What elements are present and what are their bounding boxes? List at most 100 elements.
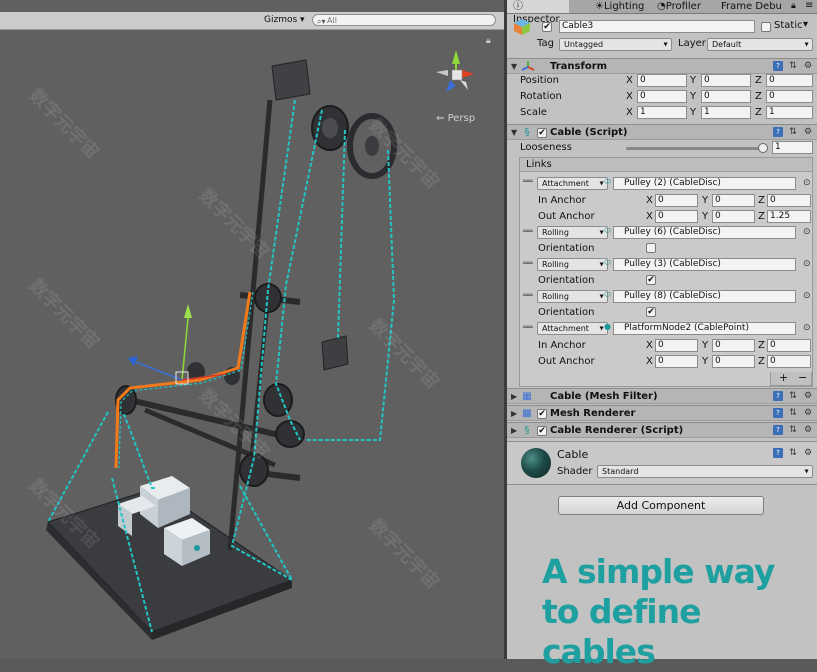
drag-handle-icon[interactable]: ══ xyxy=(523,227,533,237)
in-anchor-z-field[interactable]: 0 xyxy=(767,194,811,207)
scene-view[interactable]: Gizmos ▾ ⌕▾ All 🔒︎ ⇐ Persp 数字元宇宙 数字元宇宙 数… xyxy=(0,0,504,659)
tab-inspector[interactable]: ⓘ Inspector xyxy=(507,0,569,25)
active-checkbox[interactable]: ✔ xyxy=(542,22,552,32)
material-section[interactable]: Cable Shader Standard ? ⇅ ⚙ xyxy=(507,441,817,485)
position-z-field[interactable]: 0 xyxy=(766,74,813,87)
preset-icon[interactable]: ⇅ xyxy=(788,448,798,458)
tab-profiler[interactable]: ◔Profiler xyxy=(651,0,713,13)
rotation-z-field[interactable]: 0 xyxy=(766,90,813,103)
preset-icon[interactable]: ⇅ xyxy=(788,408,798,418)
drag-handle-icon[interactable]: ══ xyxy=(523,323,533,333)
out-anchor-z-field[interactable]: 0 xyxy=(767,355,811,368)
settings-gear-icon[interactable]: ⚙ xyxy=(803,391,813,401)
position-y-field[interactable]: 0 xyxy=(701,74,751,87)
in-anchor-y-field[interactable]: 0 xyxy=(712,339,755,352)
fold-arrow-icon[interactable]: ▼ xyxy=(511,62,517,71)
settings-gear-icon[interactable]: ⚙ xyxy=(803,408,813,418)
menu-icon[interactable]: ≡ xyxy=(805,0,813,11)
preset-icon[interactable]: ⇅ xyxy=(788,127,798,137)
lock-icon[interactable]: 🔒︎ xyxy=(791,1,796,11)
object-picker-icon[interactable]: ⊙ xyxy=(803,259,811,269)
object-picker-icon[interactable]: ⊙ xyxy=(803,291,811,301)
scale-y-field[interactable]: 1 xyxy=(701,106,751,119)
drag-handle-icon[interactable]: ══ xyxy=(523,177,533,187)
preset-icon[interactable]: ⇅ xyxy=(788,391,798,401)
object-picker-icon[interactable]: ⊙ xyxy=(803,323,811,333)
position-x-field[interactable]: 0 xyxy=(637,74,687,87)
static-dropdown-arrow[interactable]: ▾ xyxy=(803,19,808,30)
weight-top[interactable] xyxy=(271,59,311,101)
link-target-field[interactable]: Pulley (3) (CableDisc) xyxy=(613,258,796,271)
out-anchor-x-field[interactable]: 0 xyxy=(655,210,698,223)
fold-arrow-icon[interactable]: ▶ xyxy=(511,426,517,435)
remove-link-button[interactable]: − xyxy=(798,372,807,384)
scale-z-field[interactable]: 1 xyxy=(766,106,813,119)
looseness-slider-knob[interactable] xyxy=(758,143,768,153)
link-type-dropdown[interactable]: Rolling xyxy=(537,258,608,271)
transform-header[interactable]: ▼ Transform ? ⇅ ⚙ xyxy=(507,58,817,74)
mesh-filter-header[interactable]: ▶ ▦ Cable (Mesh Filter) ? ⇅ ⚙ xyxy=(507,388,817,404)
drag-handle-icon[interactable]: ══ xyxy=(523,291,533,301)
out-anchor-x-field[interactable]: 0 xyxy=(655,355,698,368)
static-checkbox[interactable] xyxy=(761,22,771,32)
orientation-gizmo[interactable] xyxy=(436,50,474,92)
scene-search-input[interactable]: ⌕▾ All xyxy=(312,14,496,26)
in-anchor-x-field[interactable]: 0 xyxy=(655,194,698,207)
help-book-icon[interactable]: ? xyxy=(773,425,783,435)
preset-icon[interactable]: ⇅ xyxy=(788,425,798,435)
out-anchor-z-field[interactable]: 1.25 xyxy=(767,210,811,223)
gizmos-dropdown[interactable]: Gizmos ▾ xyxy=(258,13,311,28)
settings-gear-icon[interactable]: ⚙ xyxy=(803,127,813,137)
in-anchor-x-field[interactable]: 0 xyxy=(655,339,698,352)
weight-hanging[interactable] xyxy=(321,335,349,371)
tag-dropdown[interactable]: Untagged xyxy=(559,38,672,51)
looseness-field[interactable]: 1 xyxy=(772,141,813,154)
help-book-icon[interactable]: ? xyxy=(773,408,783,418)
add-component-button[interactable]: Add Component xyxy=(558,496,764,515)
in-anchor-y-field[interactable]: 0 xyxy=(712,194,755,207)
settings-gear-icon[interactable]: ⚙ xyxy=(803,425,813,435)
link-type-dropdown[interactable]: Rolling xyxy=(537,226,608,239)
mesh-renderer-enabled-checkbox[interactable]: ✔ xyxy=(537,409,547,419)
add-link-button[interactable]: + xyxy=(779,372,788,384)
help-book-icon[interactable]: ? xyxy=(773,448,783,458)
object-name-field[interactable]: Cable3 xyxy=(559,20,755,33)
looseness-slider-track[interactable] xyxy=(626,147,766,150)
object-picker-icon[interactable]: ⊙ xyxy=(803,227,811,237)
tab-frame-debugger[interactable]: Frame Debu xyxy=(715,0,787,13)
link-type-dropdown[interactable]: Attachment xyxy=(537,322,608,335)
in-anchor-z-field[interactable]: 0 xyxy=(767,339,811,352)
cable-script-enabled-checkbox[interactable]: ✔ xyxy=(537,128,547,138)
out-anchor-y-field[interactable]: 0 xyxy=(712,355,755,368)
layer-dropdown[interactable]: Default xyxy=(707,38,813,51)
orientation-checkbox[interactable] xyxy=(646,243,656,253)
persp-label[interactable]: ⇐ Persp xyxy=(436,113,475,124)
settings-gear-icon[interactable]: ⚙ xyxy=(803,61,813,71)
move-gizmo[interactable] xyxy=(128,304,227,385)
shader-dropdown[interactable]: Standard xyxy=(597,465,813,478)
help-book-icon[interactable]: ? xyxy=(773,61,783,71)
link-target-field[interactable]: Pulley (2) (CableDisc) xyxy=(613,177,796,190)
mesh-renderer-header[interactable]: ▶ ▩ ✔ Mesh Renderer ? ⇅ ⚙ xyxy=(507,405,817,421)
rotation-x-field[interactable]: 0 xyxy=(637,90,687,103)
orientation-checkbox[interactable]: ✔ xyxy=(646,307,656,317)
scale-x-field[interactable]: 1 xyxy=(637,106,687,119)
cable-script-header[interactable]: ▼ § ✔ Cable (Script) ? ⇅ ⚙ xyxy=(507,124,817,140)
link-target-field[interactable]: PlatformNode2 (CablePoint) xyxy=(613,322,796,335)
link-type-dropdown[interactable]: Rolling xyxy=(537,290,608,303)
link-type-dropdown[interactable]: Attachment xyxy=(537,177,608,190)
cable-renderer-enabled-checkbox[interactable]: ✔ xyxy=(537,426,547,436)
help-book-icon[interactable]: ? xyxy=(773,391,783,401)
cable-renderer-header[interactable]: ▶ § ✔ Cable Renderer (Script) ? ⇅ ⚙ xyxy=(507,422,817,438)
rotation-y-field[interactable]: 0 xyxy=(701,90,751,103)
help-book-icon[interactable]: ? xyxy=(773,127,783,137)
orientation-checkbox[interactable]: ✔ xyxy=(646,275,656,285)
link-target-field[interactable]: Pulley (6) (CableDisc) xyxy=(613,226,796,239)
tab-lighting[interactable]: ☀Lighting xyxy=(589,0,655,13)
object-picker-icon[interactable]: ⊙ xyxy=(803,178,811,188)
settings-gear-icon[interactable]: ⚙ xyxy=(803,448,813,458)
out-anchor-y-field[interactable]: 0 xyxy=(712,210,755,223)
lock-icon[interactable]: 🔒︎ xyxy=(486,36,491,46)
link-target-field[interactable]: Pulley (8) (CableDisc) xyxy=(613,290,796,303)
fold-arrow-icon[interactable]: ▼ xyxy=(511,128,517,137)
